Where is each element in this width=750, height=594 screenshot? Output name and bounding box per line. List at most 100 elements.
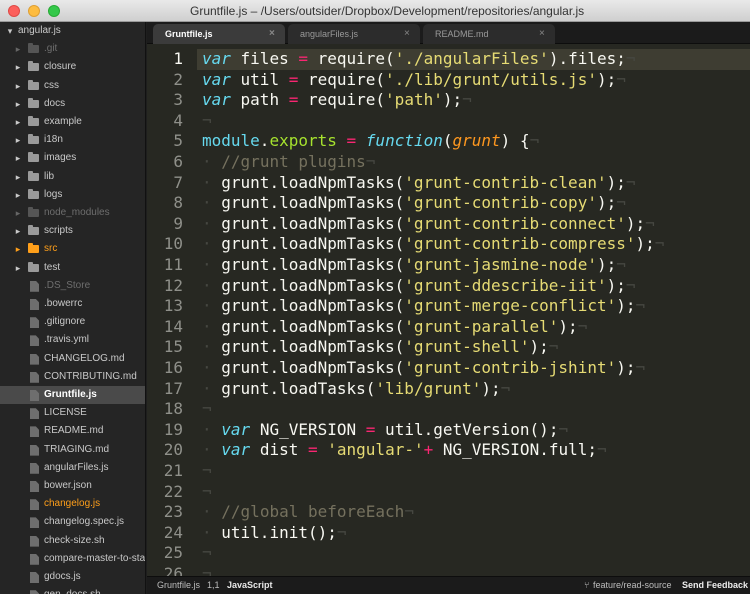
sidebar-file[interactable]: LICENSE	[0, 404, 145, 422]
sidebar-file[interactable]: README.md	[0, 422, 145, 440]
code-line[interactable]: · grunt.loadNpmTasks('grunt-contrib-clea…	[202, 173, 636, 192]
sidebar-folder[interactable]: ▸ src	[0, 240, 145, 258]
sidebar-folder[interactable]: ▸ images	[0, 149, 145, 167]
chevron-right-icon[interactable]: ▸	[13, 40, 23, 58]
sidebar-file[interactable]: .travis.yml	[0, 331, 145, 349]
sidebar-item-label: gen_docs.sh	[44, 586, 101, 594]
code-line[interactable]: · grunt.loadNpmTasks('grunt-jasmine-node…	[202, 255, 626, 274]
sidebar-item-label: .DS_Store	[44, 279, 91, 291]
code-line[interactable]: ¬	[202, 564, 212, 576]
code-line[interactable]: ¬	[202, 543, 212, 562]
sidebar-file[interactable]: CHANGELOG.md	[0, 350, 145, 368]
sidebar-file[interactable]: angularFiles.js	[0, 459, 145, 477]
sidebar-file[interactable]: changelog.js	[0, 495, 145, 513]
sidebar-folder[interactable]: ▸ closure	[0, 58, 145, 76]
syntax-selector[interactable]: JavaScript	[227, 577, 273, 594]
chevron-right-icon[interactable]: ▸	[13, 204, 23, 222]
sidebar-item-label: README.md	[44, 425, 104, 437]
folder-icon	[28, 225, 39, 236]
sidebar-file-selected[interactable]: Gruntfile.js	[0, 386, 145, 404]
sidebar-folder[interactable]: ▸ css	[0, 77, 145, 95]
chevron-right-icon[interactable]: ▸	[13, 77, 23, 95]
chevron-right-icon[interactable]: ▸	[13, 168, 23, 186]
close-window-button[interactable]	[8, 5, 20, 17]
sidebar-file[interactable]: gen_docs.sh	[0, 586, 145, 594]
code-line[interactable]: var files = require('./angularFiles').fi…	[202, 49, 636, 68]
sidebar-folder[interactable]: ▸ lib	[0, 168, 145, 186]
zoom-window-button[interactable]	[48, 5, 60, 17]
close-tab-icon[interactable]: ×	[269, 24, 275, 44]
sidebar-folder[interactable]: ▸ i18n	[0, 131, 145, 149]
code-line[interactable]: ¬	[202, 399, 212, 418]
send-feedback-link[interactable]: Send Feedback	[682, 577, 748, 594]
sidebar-folder[interactable]: ▸ node_modules	[0, 204, 145, 222]
minimize-window-button[interactable]	[28, 5, 40, 17]
code-line[interactable]: · var NG_VERSION = util.getVersion();¬	[202, 420, 568, 439]
sidebar-folder[interactable]: ▸ docs	[0, 95, 145, 113]
sidebar-file[interactable]: changelog.spec.js	[0, 513, 145, 531]
sidebar-folder[interactable]: ▸ logs	[0, 186, 145, 204]
line-number: 4	[173, 110, 183, 130]
chevron-right-icon[interactable]: ▸	[13, 113, 23, 131]
tab-angularfiles-js[interactable]: angularFiles.js ×	[288, 24, 420, 44]
chevron-right-icon[interactable]: ▸	[13, 186, 23, 204]
code-line[interactable]: · grunt.loadNpmTasks('grunt-parallel');¬	[202, 317, 587, 336]
code-line[interactable]: · grunt.loadNpmTasks('grunt-contrib-jshi…	[202, 358, 645, 377]
chevron-right-icon[interactable]: ▸	[13, 95, 23, 113]
chevron-right-icon[interactable]: ▸	[13, 58, 23, 76]
sidebar-file[interactable]: gdocs.js	[0, 568, 145, 586]
sidebar-file[interactable]: compare-master-to-stable.js	[0, 550, 146, 568]
code-line[interactable]: · grunt.loadNpmTasks('grunt-shell');¬	[202, 337, 558, 356]
sidebar-file[interactable]: .gitignore	[0, 313, 145, 331]
sidebar-item-label: changelog.js	[44, 498, 101, 510]
chevron-right-icon[interactable]: ▸	[13, 131, 23, 149]
chevron-right-icon[interactable]: ▸	[13, 240, 23, 258]
chevron-right-icon[interactable]: ▸	[13, 149, 23, 167]
code-editor[interactable]: 1 2 3 4 5 6 7 8 9 10 11 12 13 14 15 16 17 18 19 20 21 22 23 24 2…	[147, 44, 750, 576]
sidebar-project-root[interactable]: ▾ angular.js	[0, 22, 145, 40]
line-number: 1	[173, 49, 183, 68]
chevron-right-icon[interactable]: ▸	[13, 259, 23, 277]
chevron-right-icon[interactable]: ▸	[13, 222, 23, 240]
code-line[interactable]: · grunt.loadNpmTasks('grunt-contrib-comp…	[202, 234, 664, 253]
sidebar-file[interactable]: .bowerrc	[0, 295, 145, 313]
sidebar-file[interactable]: CONTRIBUTING.md	[0, 368, 145, 386]
sidebar-folder[interactable]: ▸ test	[0, 259, 145, 277]
sidebar-folder[interactable]: ▸ example	[0, 113, 145, 131]
chevron-down-icon[interactable]: ▾	[5, 22, 15, 40]
code-line[interactable]: · grunt.loadNpmTasks('grunt-merge-confli…	[202, 296, 645, 315]
code-line[interactable]: ¬	[202, 482, 212, 501]
sidebar-item-label: compare-master-to-stable.js	[44, 552, 146, 564]
sidebar-item-label: example	[44, 116, 82, 127]
folder-icon	[28, 79, 39, 90]
code-line[interactable]: var path = require('path');¬	[202, 90, 472, 109]
sidebar-folder[interactable]: ▸ scripts	[0, 222, 145, 240]
code-line[interactable]: · //global beforeEach¬	[202, 502, 414, 521]
git-branch[interactable]: feature/read-source	[593, 577, 672, 594]
line-number: 14	[163, 316, 183, 336]
line-number: 22	[163, 481, 183, 501]
sidebar-file[interactable]: .DS_Store	[0, 277, 145, 295]
tab-gruntfile-js[interactable]: Gruntfile.js ×	[153, 24, 285, 44]
code-line[interactable]: · grunt.loadNpmTasks('grunt-contrib-conn…	[202, 214, 655, 233]
code-line[interactable]: module.exports = function(grunt) {¬	[202, 131, 539, 150]
status-bar: Gruntfile.js 1,1 JavaScript ⑂ feature/re…	[147, 576, 750, 594]
sidebar-item-label: bower.json	[44, 480, 92, 491]
code-line[interactable]: ¬	[202, 461, 212, 480]
sidebar-file[interactable]: check-size.sh	[0, 532, 145, 550]
code-line[interactable]: · grunt.loadNpmTasks('grunt-contrib-copy…	[202, 193, 626, 212]
code-line[interactable]: · grunt.loadTasks('lib/grunt');¬	[202, 379, 510, 398]
sidebar-folder[interactable]: ▸ .git	[0, 40, 145, 58]
code-line[interactable]: · util.init();¬	[202, 523, 347, 542]
close-tab-icon[interactable]: ×	[404, 24, 410, 44]
file-icon	[30, 390, 39, 401]
sidebar-file[interactable]: bower.json	[0, 477, 145, 495]
code-line[interactable]: ¬	[202, 111, 212, 130]
code-line[interactable]: var util = require('./lib/grunt/utils.js…	[202, 70, 626, 89]
close-tab-icon[interactable]: ×	[539, 24, 545, 44]
code-line[interactable]: · var dist = 'angular-'+ NG_VERSION.full…	[202, 440, 607, 459]
code-line[interactable]: · grunt.loadNpmTasks('grunt-ddescribe-ii…	[202, 276, 636, 295]
tab-readme-md[interactable]: README.md ×	[423, 24, 555, 44]
sidebar-file[interactable]: TRIAGING.md	[0, 441, 145, 459]
code-line[interactable]: · //grunt plugins¬	[202, 152, 375, 171]
